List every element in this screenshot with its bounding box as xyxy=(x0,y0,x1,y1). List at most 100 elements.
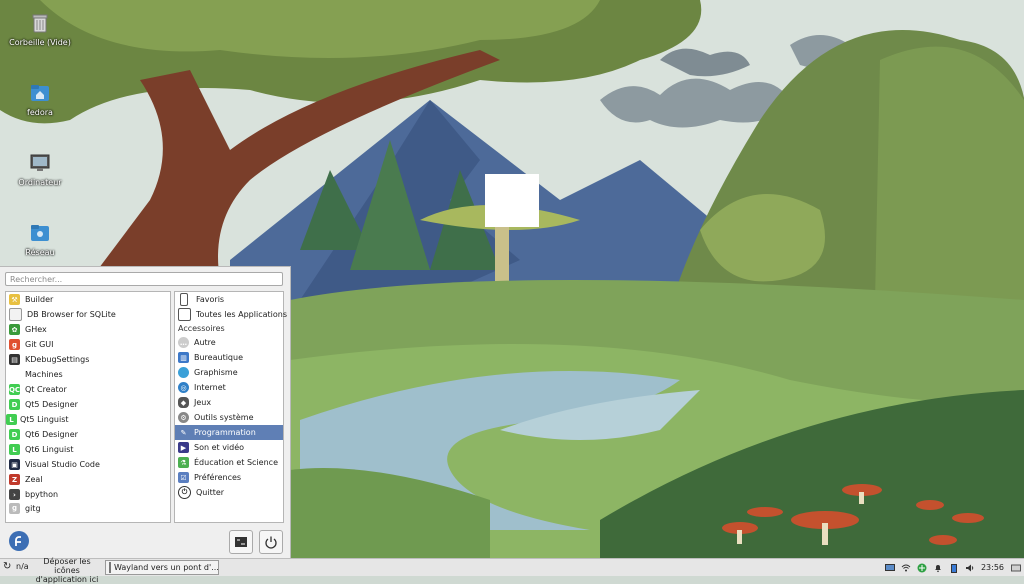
category-list: Favoris Toutes les Applications Accessoi… xyxy=(174,291,287,523)
category-label: Programmation xyxy=(194,428,256,437)
app-item-qt5-linguist[interactable]: L Qt5 Linguist xyxy=(6,412,170,427)
desktop-icon-label: Corbeille (Vide) xyxy=(9,38,71,47)
launcher-hint-line1: Déposer les icônes xyxy=(43,557,91,575)
desktop-icon-label: fedora xyxy=(27,108,53,117)
category-label: Préférences xyxy=(194,473,242,482)
battery-icon[interactable] xyxy=(949,563,959,573)
app-item-git-gui[interactable]: g Git GUI xyxy=(6,337,170,352)
desktop-icon-network[interactable]: Réseau xyxy=(8,222,72,257)
category-item-son-et-video[interactable]: ▶ Son et vidéo xyxy=(175,440,283,455)
db-browser-icon xyxy=(9,308,22,321)
desktop-icon-label: Réseau xyxy=(25,248,55,257)
category-item-education[interactable]: ⚗ Éducation et Science xyxy=(175,455,283,470)
machines-icon xyxy=(9,369,20,380)
app-label: DB Browser for SQLite xyxy=(27,310,116,319)
search-input[interactable] xyxy=(5,272,283,286)
category-item-bureautique[interactable]: ▥ Bureautique xyxy=(175,350,283,365)
app-label: Qt5 Linguist xyxy=(20,415,69,424)
category-label: Jeux xyxy=(194,398,212,407)
vscode-icon: ▣ xyxy=(9,459,20,470)
app-label: Visual Studio Code xyxy=(25,460,100,469)
launcher-drop-zone[interactable]: Déposer les icônes d'application ici xyxy=(30,557,104,584)
system-settings-button[interactable] xyxy=(229,530,253,554)
blank-window[interactable] xyxy=(485,174,539,227)
logout-button[interactable] xyxy=(259,530,283,554)
category-item-quitter[interactable]: ⏻ Quitter xyxy=(175,485,283,500)
category-item-programmation[interactable]: ✎ Programmation xyxy=(175,425,283,440)
category-item-autre[interactable]: … Autre xyxy=(175,335,283,350)
git-gui-icon: g xyxy=(9,339,20,350)
qt6-linguist-icon: L xyxy=(9,444,20,455)
favorites-item[interactable]: Favoris xyxy=(175,292,283,307)
desktop-icon-computer[interactable]: Ordinateur xyxy=(8,152,72,187)
wifi-icon[interactable] xyxy=(901,563,911,573)
category-item-outils-systeme[interactable]: ⚙ Outils système xyxy=(175,410,283,425)
workspace-switcher-icon[interactable]: ↻ xyxy=(3,562,13,572)
education-icon: ⚗ xyxy=(178,457,189,468)
app-item-qt6-linguist[interactable]: L Qt6 Linguist xyxy=(6,442,170,457)
category-label: Graphisme xyxy=(194,368,238,377)
app-label: GHex xyxy=(25,325,47,334)
system-tools-icon: ⚙ xyxy=(178,412,189,423)
qt5-linguist-icon: L xyxy=(6,414,17,425)
window-app-icon xyxy=(109,562,111,573)
system-tray: 23:56 xyxy=(882,559,1024,576)
app-label: gitg xyxy=(25,503,41,513)
workspace-label[interactable]: n/a xyxy=(16,562,29,571)
office-icon: ▥ xyxy=(178,352,189,363)
bookmark-icon xyxy=(180,293,188,306)
favorites-label: Favoris xyxy=(196,295,225,304)
app-item-ghex[interactable]: ✿ GHex xyxy=(6,322,170,337)
app-label: Machines xyxy=(25,370,63,379)
app-item-bpython[interactable]: › bpython xyxy=(6,487,170,502)
category-label: Bureautique xyxy=(194,353,243,362)
zeal-icon: Z xyxy=(9,474,20,485)
category-item-preferences[interactable]: ☑ Préférences xyxy=(175,470,283,485)
terminal-icon xyxy=(235,537,247,547)
desktop-icon-home[interactable]: fedora xyxy=(8,82,72,117)
trash-icon xyxy=(32,14,48,33)
notification-bell-icon[interactable] xyxy=(933,563,943,573)
show-desktop-icon[interactable] xyxy=(1011,563,1021,573)
app-list: ⚒ Builder DB Browser for SQLite ✿ GHex g Gi… xyxy=(5,291,171,523)
clock[interactable]: 23:56 xyxy=(981,563,1004,572)
display-icon[interactable] xyxy=(884,563,895,573)
fedora-logo-icon xyxy=(9,531,29,551)
programming-icon: ✎ xyxy=(180,428,187,437)
app-item-builder[interactable]: ⚒ Builder xyxy=(6,292,170,307)
update-icon[interactable] xyxy=(917,563,927,573)
app-label: Qt Creator xyxy=(25,385,67,394)
app-item-zeal[interactable]: Z Zeal xyxy=(6,472,170,487)
home-folder-icon xyxy=(31,85,49,101)
application-menu: ⚒ Builder DB Browser for SQLite ✿ GHex g Gi… xyxy=(0,266,291,559)
all-apps-label: Toutes les Applications xyxy=(196,310,287,319)
other-icon: … xyxy=(178,337,189,348)
app-item-qt5-designer[interactable]: D Qt5 Designer xyxy=(6,397,170,412)
app-item-db-browser[interactable]: DB Browser for SQLite xyxy=(6,307,170,322)
category-label: Éducation et Science xyxy=(194,458,278,467)
app-label: bpython xyxy=(25,490,59,499)
app-item-qt-creator[interactable]: QC Qt Creator xyxy=(6,382,170,397)
app-item-kdebugsettings[interactable]: ▤ KDebugSettings xyxy=(6,352,170,367)
all-apps-item[interactable]: Toutes les Applications xyxy=(175,307,287,322)
category-item-jeux[interactable]: ◆ Jeux xyxy=(175,395,283,410)
builder-icon: ⚒ xyxy=(9,294,20,305)
category-label: Quitter xyxy=(196,488,225,497)
volume-icon[interactable] xyxy=(965,563,975,573)
app-label: Zeal xyxy=(25,475,43,484)
app-item-vscode[interactable]: ▣ Visual Studio Code xyxy=(6,457,170,472)
internet-icon: ◎ xyxy=(178,382,189,393)
section-heading: Accessoires xyxy=(178,324,225,333)
app-item-qt6-designer[interactable]: D Qt6 Designer xyxy=(6,427,170,442)
app-item-machines[interactable]: Machines xyxy=(6,367,170,382)
gitg-icon: g xyxy=(9,502,20,514)
app-item-gitg[interactable]: g gitg xyxy=(6,502,170,514)
app-label: KDebugSettings xyxy=(25,355,90,364)
category-label: Internet xyxy=(194,383,226,392)
desktop-icon-trash[interactable]: Corbeille (Vide) xyxy=(8,12,72,47)
graphics-icon xyxy=(178,367,189,378)
taskbar: ↻ n/a Déposer les icônes d'application i… xyxy=(0,557,1024,584)
category-item-internet[interactable]: ◎ Internet xyxy=(175,380,283,395)
category-item-graphisme[interactable]: Graphisme xyxy=(175,365,283,380)
taskbar-window-button[interactable]: Wayland vers un pont d'... xyxy=(105,560,219,575)
